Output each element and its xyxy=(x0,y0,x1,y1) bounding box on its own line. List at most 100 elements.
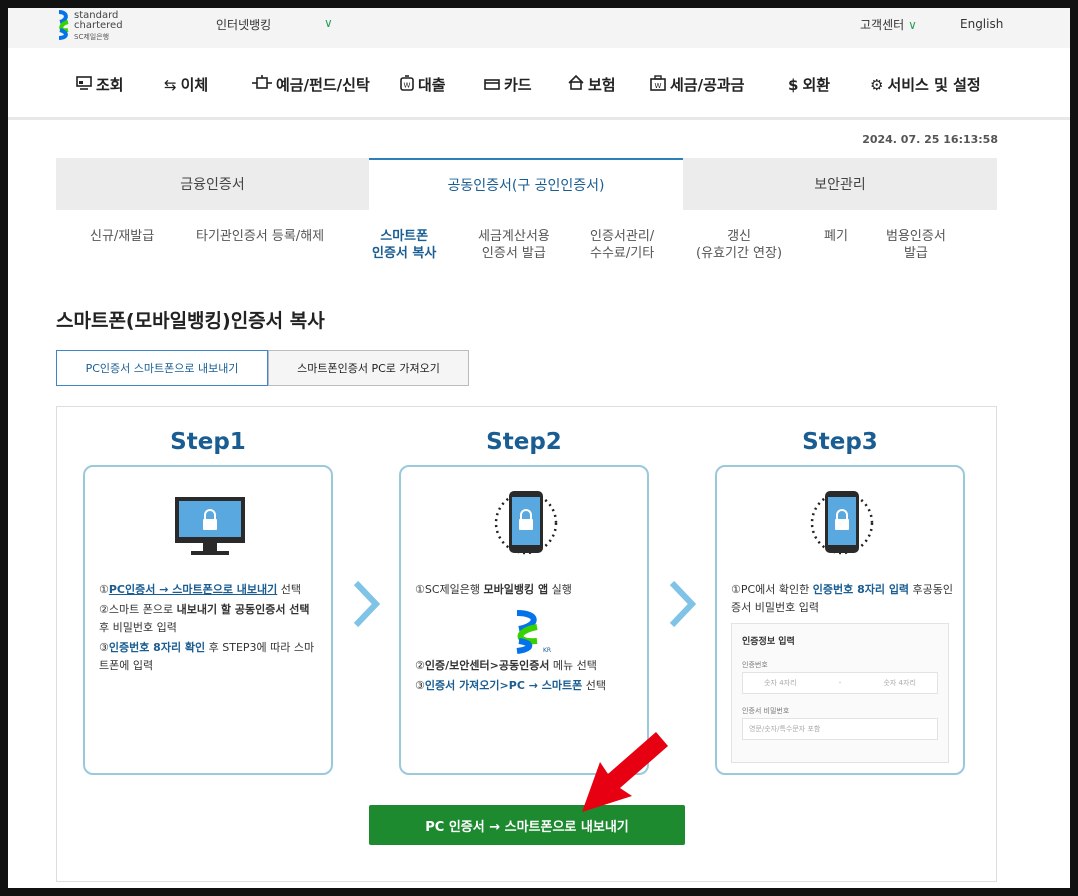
text-bold: 인증서 가져오기>PC → 스마트폰 xyxy=(424,679,583,692)
gear-icon: ⚙ xyxy=(870,75,884,94)
nav-label: 대출 xyxy=(418,76,446,94)
nav-label: 조회 xyxy=(96,76,124,94)
step3-instructions: ①PC에서 확인한 인증번호 8자리 입력 후공동인증서 비밀번호 입력 xyxy=(731,581,955,619)
text: 메뉴 선택 xyxy=(549,659,597,672)
banking-select-label: 인터넷뱅킹 xyxy=(216,18,272,32)
logo-line3: SC제일은행 xyxy=(74,33,110,41)
deposit-icon xyxy=(252,74,272,95)
text: ①PC에서 확인한 xyxy=(731,583,813,596)
step1-title: Step1 xyxy=(170,429,246,455)
cert-password-input: 영문/숫자/특수문자 포함 xyxy=(742,718,938,740)
text-bold: 인증번호 8자리 입력 xyxy=(812,583,910,596)
placeholder: 숫자 4자리 xyxy=(883,679,916,687)
nav-item-inquiry[interactable]: 조회 xyxy=(76,74,124,95)
subtab-new-reissue[interactable]: 신규/재발급 xyxy=(90,228,154,245)
sc-app-icon: KR xyxy=(503,605,553,655)
nav-item-tax[interactable]: W 세금/공과금 xyxy=(650,74,744,95)
chevron-right-icon xyxy=(669,580,697,628)
tax-icon: W xyxy=(650,74,666,95)
svg-text:W: W xyxy=(404,81,411,89)
text: ① xyxy=(99,583,109,596)
text-bold: 인증번호 8자리 확인 xyxy=(108,641,206,654)
nav-label: 카드 xyxy=(504,76,532,94)
tab-security[interactable]: 보안관리 xyxy=(683,158,997,210)
card-icon xyxy=(484,76,500,94)
separator: - xyxy=(838,679,842,687)
subtab-revoke[interactable]: 폐기 xyxy=(824,228,848,245)
steps-panel: Step1 ①PC인증서 → 스마트폰으로 내보내기 선택 ②스마트 폰으로 내… xyxy=(56,406,997,882)
dollar-icon: $ xyxy=(788,75,799,94)
english-link[interactable]: English xyxy=(960,17,1003,31)
cert-password-label: 인증서 비밀번호 xyxy=(742,707,790,715)
cert-tabs: 금융인증서 공동인증서(구 공인인증서) 보안관리 xyxy=(56,158,997,210)
text-bold: 내보내기 할 공동인증서 선택 xyxy=(176,603,310,616)
sc-logo[interactable]: standard chartered SC제일은행 xyxy=(56,10,146,44)
page-title: 스마트폰(모바일뱅킹)인증서 복사 xyxy=(56,310,325,332)
placeholder: 숫자 4자리 xyxy=(764,679,797,687)
tab-export-pc-to-phone[interactable]: PC인증서 스마트폰으로 내보내기 xyxy=(56,350,268,386)
text: 후 비밀번호 입력 xyxy=(99,621,177,634)
customer-center-link[interactable]: 고객센터 ∨ xyxy=(860,16,917,33)
nav-label: 보험 xyxy=(588,76,616,94)
subtab-smartphone-copy[interactable]: 스마트폰 인증서 복사 xyxy=(372,228,436,262)
nav-item-forex[interactable]: $ 외환 xyxy=(788,74,830,95)
auth-code-label: 인증번호 xyxy=(742,661,768,669)
chevron-down-icon: ∨ xyxy=(908,18,917,32)
nav-item-loan[interactable]: W 대출 xyxy=(400,74,446,95)
text: 선택 xyxy=(277,583,302,596)
timestamp: 2024. 07. 25 16:13:58 xyxy=(862,133,998,146)
subtab-other-cert[interactable]: 타기관인증서 등록/해제 xyxy=(196,228,324,245)
auth-form-preview: 인증정보 입력 인증번호 숫자 4자리 - 숫자 4자리 인증서 비밀번호 영문… xyxy=(731,623,949,763)
text-bold: 모바일뱅킹 앱 xyxy=(483,583,549,596)
subtab-tax-invoice[interactable]: 세금계산서용 인증서 발급 xyxy=(478,228,550,262)
form-heading: 인증정보 입력 xyxy=(742,637,795,647)
nav-item-transfer[interactable]: ⇆ 이체 xyxy=(164,74,208,95)
nav-label: 외환 xyxy=(802,76,831,94)
red-arrow-icon xyxy=(582,732,668,812)
loan-icon: W xyxy=(400,74,414,95)
text-bold: 인증/보안센터>공동인증서 xyxy=(424,659,550,672)
app-icon-wrap: KR xyxy=(415,601,639,657)
text: ② xyxy=(415,659,425,672)
text: ③ xyxy=(415,679,425,692)
nav-label: 이체 xyxy=(180,76,209,94)
top-bar: standard chartered SC제일은행 인터넷뱅킹 ∨ 고객센터 ∨ … xyxy=(8,8,1070,48)
app-badge: KR xyxy=(543,647,551,654)
chevron-right-icon xyxy=(353,580,381,628)
customer-center-label: 고객센터 xyxy=(860,18,905,32)
nav-item-service[interactable]: ⚙ 서비스 및 설정 xyxy=(870,74,981,95)
text: 실행 xyxy=(548,583,572,596)
tab-import-phone-to-pc[interactable]: 스마트폰인증서 PC로 가져오기 xyxy=(268,350,469,386)
text: ①SC제일은행 xyxy=(415,583,484,596)
banking-select[interactable]: 인터넷뱅킹 ∨ xyxy=(216,16,333,33)
sc-logo-icon xyxy=(58,10,69,40)
subtab-cert-manage[interactable]: 인증서관리/ 수수료/기타 xyxy=(590,228,654,262)
step3-card: ①PC에서 확인한 인증번호 8자리 입력 후공동인증서 비밀번호 입력 인증정… xyxy=(715,465,965,775)
export-link[interactable]: PC인증서 → 스마트폰으로 내보내기 xyxy=(109,583,277,596)
subtab-renew[interactable]: 갱신 (유효기간 연장) xyxy=(696,228,782,262)
tab-joint-cert[interactable]: 공동인증서(구 공인인증서) xyxy=(369,158,683,210)
nav-item-deposit[interactable]: 예금/펀드/신탁 xyxy=(252,74,370,95)
subtab-general-cert[interactable]: 범용인증서 발급 xyxy=(886,228,946,262)
step2-instructions: ①SC제일은행 모바일뱅킹 앱 실행 KR ②인증/보안센터>공동인증서 메뉴 … xyxy=(415,581,639,697)
nav-label: 서비스 및 설정 xyxy=(887,76,981,94)
browser-frame: standard chartered SC제일은행 인터넷뱅킹 ∨ 고객센터 ∨ … xyxy=(8,8,1070,888)
nav-item-card[interactable]: 카드 xyxy=(484,74,532,95)
step3-title: Step3 xyxy=(802,429,878,455)
step2-title: Step2 xyxy=(486,429,562,455)
step1-card: ①PC인증서 → 스마트폰으로 내보내기 선택 ②스마트 폰으로 내보내기 할 … xyxy=(83,465,333,775)
auth-code-input: 숫자 4자리 - 숫자 4자리 xyxy=(742,672,938,694)
text: ②스마트 폰으로 xyxy=(99,603,177,616)
phone-lock-icon xyxy=(401,489,647,559)
sub-tabs: 신규/재발급 타기관인증서 등록/해제 스마트폰 인증서 복사 세금계산서용 인… xyxy=(56,210,997,276)
monitor-lock-icon xyxy=(85,489,331,559)
text: ③ xyxy=(99,641,109,654)
text: 선택 xyxy=(582,679,607,692)
phone-lock-icon xyxy=(717,489,963,559)
nav-label: 예금/펀드/신탁 xyxy=(276,76,370,94)
house-icon xyxy=(568,74,584,94)
nav-item-insurance[interactable]: 보험 xyxy=(568,74,616,95)
chevron-down-icon: ∨ xyxy=(324,16,333,30)
tab-financial-cert[interactable]: 금융인증서 xyxy=(56,158,369,210)
main-nav: 조회 ⇆ 이체 예금/펀드/신탁 W 대출 카드 보험 W 세금/공과금 $ 외… xyxy=(8,48,1070,120)
